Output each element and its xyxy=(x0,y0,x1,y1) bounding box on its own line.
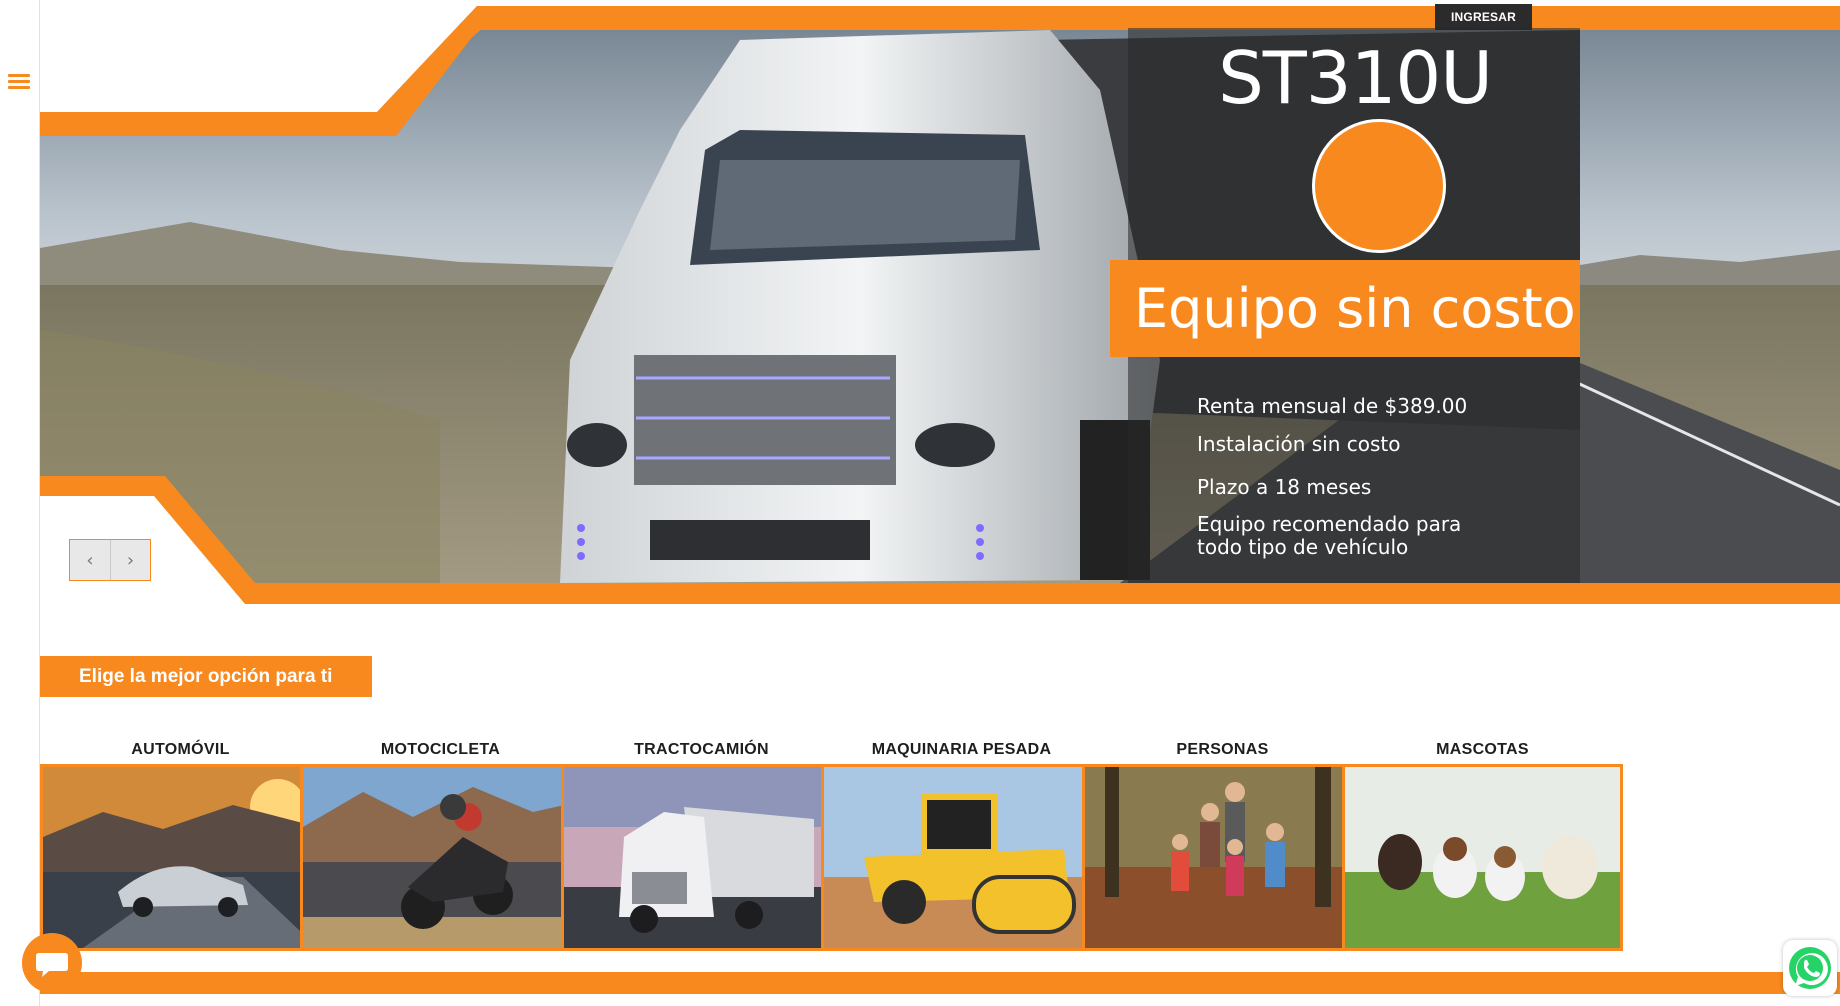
feature-item: Renta mensual de $389.00 xyxy=(1197,394,1468,418)
prev-slide-button[interactable]: ‹ xyxy=(70,540,110,580)
family-photo[interactable] xyxy=(1082,764,1363,951)
next-slide-button[interactable]: › xyxy=(109,540,150,580)
side-rail xyxy=(0,0,40,1006)
carousel-nav: ‹ › xyxy=(69,539,151,581)
category-label: MAQUINARIA PESADA xyxy=(871,741,1052,758)
truck-photo[interactable] xyxy=(561,764,842,951)
feature-item: Equipo recomendado para todo tipo de veh… xyxy=(1197,512,1462,559)
category-label: TRACTOCAMIÓN xyxy=(634,741,769,758)
hero-slider: INGRESAR ST310U Equipo sin costo Renta m… xyxy=(40,0,1840,610)
main-content: INGRESAR ST310U Equipo sin costo Renta m… xyxy=(40,0,1840,1006)
product-image-placeholder xyxy=(1312,119,1446,253)
whatsapp-icon[interactable] xyxy=(1783,940,1837,996)
category-card-automovil[interactable]: AUTOMÓVIL xyxy=(40,738,321,951)
category-label: MOTOCICLETA xyxy=(380,741,501,758)
section-title: Elige la mejor opción para ti xyxy=(40,656,372,697)
feature-item: Plazo a 18 meses xyxy=(1197,475,1372,499)
car-photo[interactable] xyxy=(40,764,321,951)
category-label: PERSONAS xyxy=(1176,741,1269,758)
chat-bubble-icon[interactable] xyxy=(22,933,82,993)
category-grid: AUTOMÓVIL MOTOCICLETA TRACTOCAMIÓN MAQUI… xyxy=(40,738,1840,953)
login-button[interactable]: INGRESAR xyxy=(1435,4,1532,30)
motorcycle-photo[interactable] xyxy=(300,764,581,951)
category-card-maquinaria[interactable]: MAQUINARIA PESADA xyxy=(821,738,1102,951)
promo-headline: Equipo sin costo xyxy=(1110,260,1580,357)
feature-item: Instalación sin costo xyxy=(1197,432,1401,456)
category-label: AUTOMÓVIL xyxy=(131,741,230,758)
hamburger-icon[interactable] xyxy=(8,74,30,90)
category-card-personas[interactable]: PERSONAS xyxy=(1082,738,1363,951)
category-label: MASCOTAS xyxy=(1436,741,1529,758)
road-roller-photo[interactable] xyxy=(821,764,1102,951)
category-card-tractocamion[interactable]: TRACTOCAMIÓN xyxy=(561,738,842,951)
dogs-photo[interactable] xyxy=(1342,764,1623,951)
category-card-motocicleta[interactable]: MOTOCICLETA xyxy=(300,738,581,951)
product-name: ST310U xyxy=(1218,36,1493,120)
footer-bar xyxy=(40,972,1840,994)
category-card-mascotas[interactable]: MASCOTAS xyxy=(1342,738,1623,951)
